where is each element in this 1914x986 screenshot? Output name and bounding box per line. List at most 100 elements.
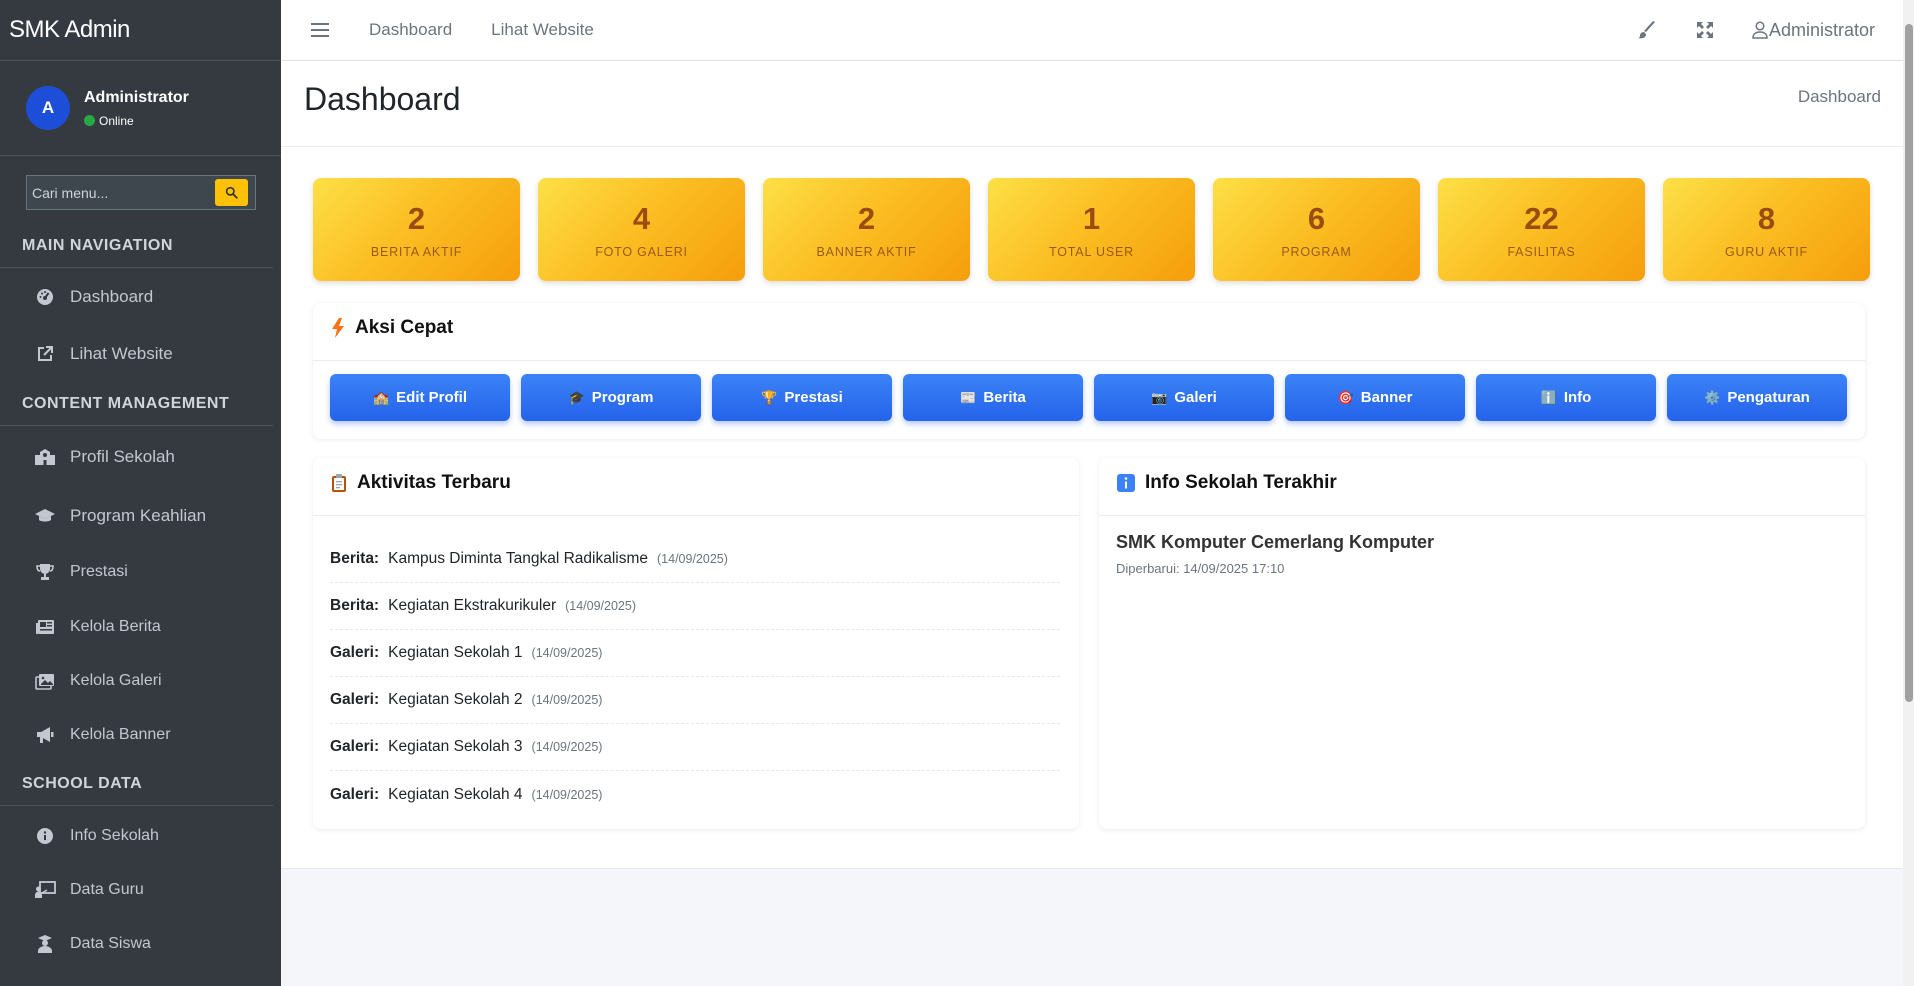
list-item[interactable]: Berita: Kampus Diminta Tangkal Radikalism… xyxy=(330,536,1060,583)
sidebar-item-kelola-banner[interactable]: Kelola Banner xyxy=(0,708,281,762)
info-emoji-icon: ℹ️ xyxy=(1540,389,1557,405)
topnav-link-lihat-website[interactable]: Lihat Website xyxy=(491,20,594,40)
recent-activity-title-text: Aktivitas Terbaru xyxy=(357,472,511,493)
stat-card-guru-aktif: 8 GURU AKTIF xyxy=(1663,178,1870,281)
stat-label: FASILITAS xyxy=(1507,244,1576,259)
quick-info-button[interactable]: ℹ️ Info xyxy=(1476,374,1656,421)
activity-date: (14/09/2025) xyxy=(531,740,603,754)
sidebar-item-prestasi[interactable]: Prestasi xyxy=(0,544,281,600)
stat-value: 4 xyxy=(632,200,651,236)
stat-label: BERITA AKTIF xyxy=(370,244,463,259)
avatar[interactable]: A xyxy=(26,86,70,130)
sidebar-item-label: Info Sekolah xyxy=(70,827,159,844)
sidebar-item-data-guru[interactable]: Data Guru xyxy=(0,866,281,914)
user-name[interactable]: Administrator xyxy=(84,89,189,107)
activity-text: Kampus Diminta Tangkal Radikalisme xyxy=(388,550,648,567)
quick-prestasi-button[interactable]: 🏆 Prestasi xyxy=(712,374,892,421)
sidebar-item-profil-sekolah[interactable]: Profil Sekolah xyxy=(0,426,281,488)
activity-date: (14/09/2025) xyxy=(657,552,728,566)
top-navbar: Dashboard Lihat Website Administrator xyxy=(281,0,1903,61)
sidebar-item-dashboard[interactable]: Dashboard xyxy=(0,268,281,325)
sidebar-item-program-keahlian[interactable]: Program Keahlian xyxy=(0,488,281,544)
stat-card-total-user: 1 TOTAL USER xyxy=(988,178,1195,281)
sidebar-item-kelola-galeri[interactable]: Kelola Galeri xyxy=(0,654,281,708)
school-info-title: Info Sekolah Terakhir xyxy=(1117,472,1337,494)
list-item[interactable]: Galeri: Kegiatan Sekolah 1 (14/09/2025) xyxy=(330,630,1060,677)
sidebar-item-kelola-berita[interactable]: Kelola Berita xyxy=(0,600,281,654)
gear-emoji-icon: ⚙️ xyxy=(1704,389,1721,405)
button-label: Info xyxy=(1563,389,1592,406)
button-label: Banner xyxy=(1360,389,1413,406)
sidebar-item-label: Data Guru xyxy=(70,881,144,898)
dashboard-gauge-icon xyxy=(34,286,56,308)
stat-value: 22 xyxy=(1524,200,1559,236)
page-scrollbar[interactable] xyxy=(1903,0,1914,986)
stat-value: 2 xyxy=(857,200,876,236)
paint-brush-icon[interactable] xyxy=(1636,19,1658,41)
activity-date: (14/09/2025) xyxy=(565,599,636,613)
sidebar-item-label: Program Keahlian xyxy=(70,506,207,525)
quick-edit-profil-button[interactable]: 🏫 Edit Profil xyxy=(330,374,510,421)
activity-type: Galeri: xyxy=(330,691,380,708)
bullhorn-icon xyxy=(34,724,56,746)
scrollbar-thumb[interactable] xyxy=(1905,24,1913,702)
hamburger-menu-icon[interactable] xyxy=(311,21,329,39)
sidebar-item-label: Prestasi xyxy=(70,563,128,580)
quick-program-button[interactable]: 🎓 Program xyxy=(521,374,701,421)
sidebar-item-label: Lihat Website xyxy=(70,343,173,363)
topnav-link-dashboard[interactable]: Dashboard xyxy=(369,20,452,40)
sidebar: SMK Admin A Administrator Online MAIN NA… xyxy=(0,0,281,986)
stat-card-banner-aktif: 2 BANNER AKTIF xyxy=(763,178,970,281)
sidebar-item-label: Profil Sekolah xyxy=(70,447,175,466)
activity-date: (14/09/2025) xyxy=(531,787,603,802)
activity-date: (14/09/2025) xyxy=(531,693,603,707)
quick-berita-button[interactable]: 📰 Berita xyxy=(903,374,1083,421)
school-updated: Diperbarui: 14/09/2025 17:10 xyxy=(1116,561,1285,576)
activity-type: Galeri: xyxy=(330,738,380,755)
button-label: Edit Profil xyxy=(396,389,468,406)
stat-value: 2 xyxy=(407,200,426,236)
activity-type: Berita: xyxy=(330,597,380,614)
button-label: Program xyxy=(591,389,654,406)
quick-banner-button[interactable]: 🎯 Banner xyxy=(1285,374,1465,421)
sidebar-item-lihat-website[interactable]: Lihat Website xyxy=(0,325,281,382)
search-button[interactable] xyxy=(215,179,248,206)
newspaper-icon xyxy=(34,616,56,638)
sidebar-search xyxy=(26,175,256,210)
breadcrumb[interactable]: Dashboard xyxy=(1798,87,1881,107)
target-emoji-icon: 🎯 xyxy=(1337,389,1354,405)
activity-text: Kegiatan Sekolah 1 xyxy=(388,644,523,661)
list-item[interactable]: Galeri: Kegiatan Sekolah 2 (14/09/2025) xyxy=(330,677,1060,724)
camera-emoji-icon: 📷 xyxy=(1151,389,1168,405)
list-item[interactable]: Galeri: Kegiatan Sekolah 4 (14/09/2025) xyxy=(330,771,1060,818)
nav-header-school: SCHOOL DATA xyxy=(0,762,273,806)
list-item[interactable]: Berita: Kegiatan Ekstrakurikuler (14/09/20… xyxy=(330,583,1060,630)
school-info-card: Info Sekolah Terakhir SMK Komputer Cemer… xyxy=(1099,458,1865,829)
activity-text: Kegiatan Sekolah 3 xyxy=(388,738,523,755)
school-info-title-text: Info Sekolah Terakhir xyxy=(1145,472,1337,493)
brand-logo-text[interactable]: SMK Admin xyxy=(0,0,281,61)
sidebar-item-label: Data Siswa xyxy=(70,935,151,952)
sidebar-item-info-sekolah[interactable]: Info Sekolah xyxy=(0,806,281,866)
quick-pengaturan-button[interactable]: ⚙️ Pengaturan xyxy=(1667,374,1847,421)
user-panel: A Administrator Online xyxy=(0,61,281,156)
stat-label: BANNER AKTIF xyxy=(816,244,917,259)
graduation-cap-icon xyxy=(34,505,56,527)
images-icon xyxy=(34,670,56,692)
fullscreen-icon[interactable] xyxy=(1694,19,1716,41)
divider xyxy=(1099,515,1865,516)
lightning-icon xyxy=(332,318,344,338)
sidebar-item-label: Kelola Banner xyxy=(70,726,171,743)
activity-date: (14/09/2025) xyxy=(531,646,603,660)
sidebar-item-data-siswa[interactable]: Data Siswa xyxy=(0,914,281,974)
list-item[interactable]: Galeri: Kegiatan Sekolah 3 (14/09/2025) xyxy=(330,724,1060,771)
quick-galeri-button[interactable]: 📷 Galeri xyxy=(1094,374,1274,421)
user-menu[interactable]: Administrator xyxy=(1752,20,1875,41)
sidebar-item-label: Dashboard xyxy=(70,286,154,306)
search-input[interactable] xyxy=(27,176,215,209)
recent-activity-title: Aktivitas Terbaru xyxy=(331,472,511,494)
quick-actions-title-text: Aksi Cepat xyxy=(355,317,454,338)
nav-header-content: CONTENT MANAGEMENT xyxy=(0,382,273,426)
clipboard-icon xyxy=(332,474,346,492)
sidebar-item-label: Kelola Galeri xyxy=(70,672,162,689)
